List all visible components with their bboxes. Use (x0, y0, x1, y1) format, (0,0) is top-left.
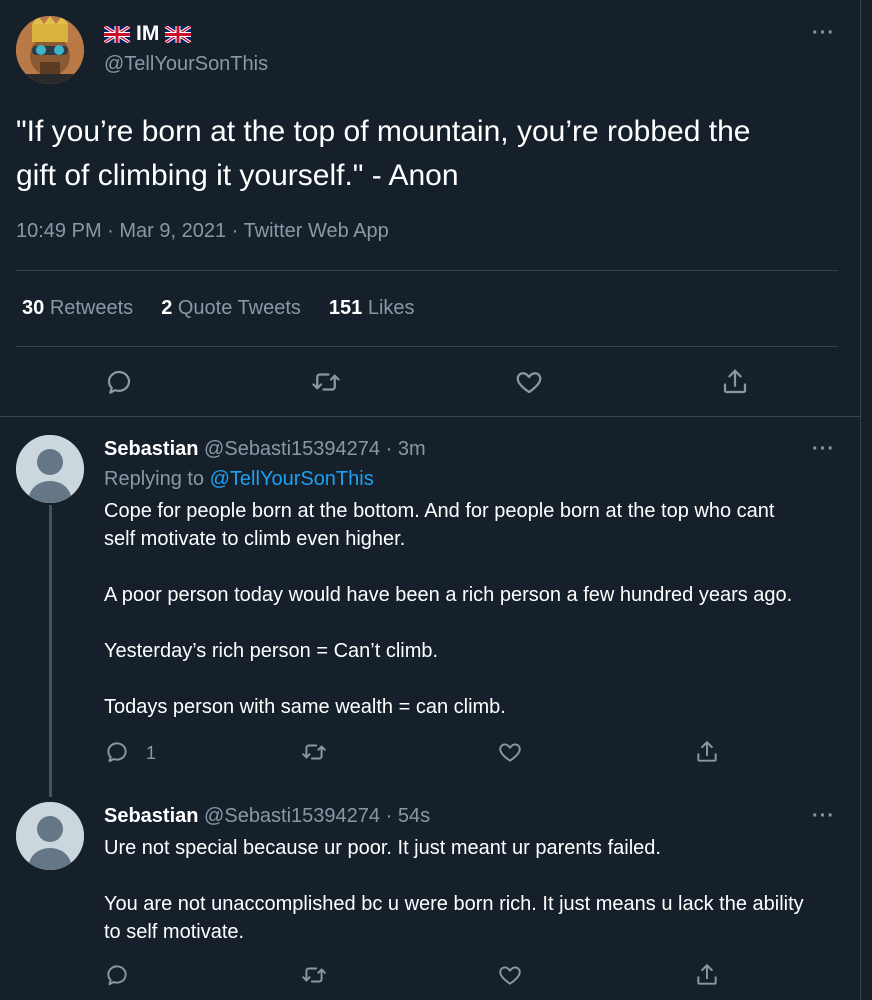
like-icon[interactable] (497, 962, 523, 988)
divider (16, 270, 838, 271)
divider (0, 416, 860, 417)
retweet-icon[interactable] (301, 739, 327, 765)
reply-text-line: You are not unaccomplished bc u were bor… (104, 893, 804, 915)
reply-text-line: Yesterday’s rich person = Can’t climb. (104, 640, 439, 662)
like-icon[interactable] (514, 367, 544, 397)
uk-flag-icon (165, 25, 192, 43)
reply-text-line: Ure not special because ur poor. It just… (104, 837, 661, 859)
share-icon[interactable] (694, 962, 720, 988)
quote-tweets-stat[interactable]: 2 Quote Tweets (161, 297, 301, 320)
author-display-name: IM (136, 22, 160, 45)
replying-to-link[interactable]: @TellYourSonThis (210, 468, 374, 490)
reply-handle-time[interactable]: @Sebasti15394274 · 54s (204, 805, 430, 827)
reply-text-line: Cope for people born at the bottom. And … (104, 500, 775, 522)
reply-text-line: self motivate to climb even higher. (104, 528, 406, 550)
uk-flag-icon (104, 25, 130, 43)
tweet-stats: 30 Retweets 2 Quote Tweets 151 Likes (22, 297, 415, 320)
more-icon[interactable]: ··· (812, 22, 835, 45)
author-name[interactable]: IM (104, 22, 192, 46)
reply-text-line: A poor person today would have been a ri… (104, 584, 793, 606)
share-icon[interactable] (720, 367, 750, 397)
divider (16, 346, 838, 347)
reply-author-name[interactable]: Sebastian (104, 805, 198, 827)
retweet-icon[interactable] (311, 367, 341, 397)
retweets-stat[interactable]: 30 Retweets (22, 297, 133, 320)
tweet-thread: IM @TellYourSonThis ··· "If you’re born … (0, 0, 872, 1000)
author-avatar[interactable] (16, 16, 84, 84)
default-avatar-icon (16, 435, 84, 503)
more-icon[interactable]: ··· (812, 805, 835, 828)
likes-stat[interactable]: 151 Likes (329, 297, 415, 320)
reply-count: 1 (146, 743, 157, 763)
replying-to: Replying to @TellYourSonThis (104, 468, 374, 490)
reply-header: Sebastian @Sebasti15394274 · 3m (104, 438, 426, 461)
reply-icon[interactable] (104, 962, 130, 988)
tweet-text: "If you’re born at the top of mountain, … (16, 110, 836, 198)
reply-icon[interactable] (104, 739, 130, 765)
reply-icon[interactable] (104, 367, 134, 397)
reply-avatar[interactable] (16, 435, 84, 503)
like-icon[interactable] (497, 739, 523, 765)
reply-text-line: Todays person with same wealth = can cli… (104, 696, 506, 718)
reply-header: Sebastian @Sebasti15394274 · 54s (104, 805, 430, 828)
tweet-text-line: gift of climbing it yourself." - Anon (16, 159, 459, 192)
reply-avatar[interactable] (16, 802, 84, 870)
retweet-icon[interactable] (301, 962, 327, 988)
author-handle[interactable]: @TellYourSonThis (104, 53, 268, 76)
column-border (860, 0, 861, 1000)
reply-author-name[interactable]: Sebastian (104, 438, 198, 460)
default-avatar-icon (16, 802, 84, 870)
thread-connector (49, 505, 52, 797)
reply-text-line: to self motivate. (104, 921, 245, 943)
reply-handle-time[interactable]: @Sebasti15394274 · 3m (204, 438, 426, 460)
tweet-timestamp[interactable]: 10:49 PM · Mar 9, 2021 · Twitter Web App (16, 220, 389, 243)
more-icon[interactable]: ··· (812, 438, 835, 461)
share-icon[interactable] (694, 739, 720, 765)
tweet-text-line: "If you’re born at the top of mountain, … (16, 115, 751, 148)
